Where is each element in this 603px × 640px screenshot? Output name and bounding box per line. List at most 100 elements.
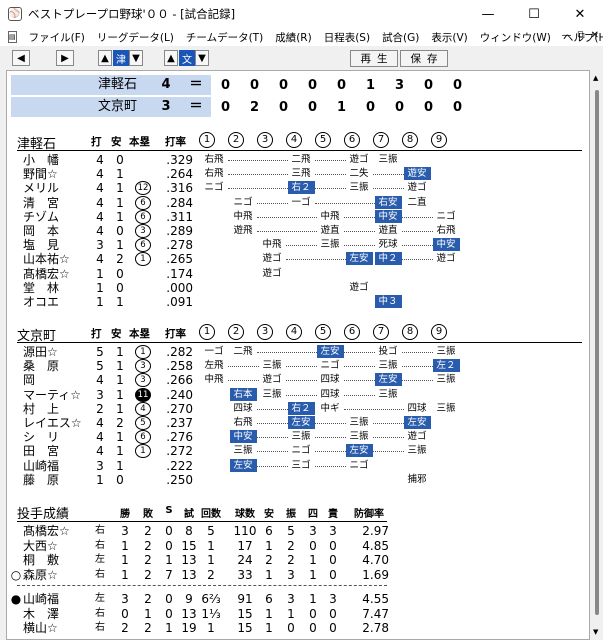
at-bat-result: 左安 <box>229 458 257 472</box>
pitching-stat: 0 <box>329 621 337 635</box>
pitching-stat: 9 <box>185 592 193 606</box>
pitching-stat: 3 <box>329 524 337 538</box>
pitching-stat: 2.97 <box>362 524 389 538</box>
pitching-stat: 6⅔ <box>201 592 221 606</box>
mdi-minimize-button[interactable]: — <box>561 30 571 41</box>
at-bat-result: 三振 <box>349 182 369 194</box>
menu-team[interactable]: チームデータ(T) <box>180 30 269 45</box>
pitching-stat: 13 <box>181 553 197 567</box>
dotted-connector <box>227 174 288 176</box>
menu-stats[interactable]: 成績(R) <box>269 30 318 45</box>
menu-file[interactable]: ファイル(F) <box>23 30 91 45</box>
inning-number: 6 <box>344 132 360 148</box>
pitching-stat: 7 <box>165 567 173 582</box>
pitching-stat: 0 <box>329 538 337 553</box>
batter-row: 堂 林 1 0 .000 遊ゴ <box>15 281 585 295</box>
pitching-header: 責 <box>328 509 338 520</box>
decision-mark: ● <box>10 592 22 606</box>
at-bat-result: 中安 <box>432 238 460 252</box>
pitching-stat: 24 <box>237 553 253 567</box>
arrow-up-icon[interactable]: ▲ <box>164 50 178 66</box>
hits: 1 <box>116 359 124 374</box>
pitching-stat: 5 <box>287 524 295 538</box>
pitching-stat: 3 <box>121 592 129 606</box>
arrow-up-icon[interactable]: ▲ <box>98 50 112 66</box>
scroll-up-icon[interactable]: ▲ <box>593 74 598 82</box>
mdi-close-button[interactable]: ✕ <box>591 30 599 41</box>
pitcher-row: 大西☆ 右 1 2 0 15 1 17 1 2 0 0 4.85 <box>15 539 415 553</box>
menu-schedule[interactable]: 日程表(S) <box>318 30 376 45</box>
at-bat-result: 中飛 <box>320 210 340 222</box>
minimize-button[interactable]: — <box>465 0 511 28</box>
at-bat-result: 四球 <box>320 388 340 400</box>
pitching-header: 安 <box>264 509 274 520</box>
dotted-connector <box>343 352 375 353</box>
player-name: 桑 原 <box>23 359 60 374</box>
pitching-stat: 6 <box>265 524 273 538</box>
at-bats: 4 <box>96 373 104 388</box>
team2-toggle[interactable]: 文 <box>179 50 195 66</box>
pitching-stat: 2 <box>144 524 152 538</box>
play-button[interactable]: 再生 <box>350 49 398 67</box>
scroll-down-icon[interactable]: ▼ <box>593 628 598 636</box>
header-avg: 打率 <box>165 328 186 340</box>
hits: 0 <box>116 472 124 487</box>
inning-score: 0 <box>423 77 434 93</box>
at-bat-result: 一ゴ <box>204 346 224 357</box>
home-run-count: 12 <box>135 181 151 196</box>
player-name: レイエス☆ <box>23 416 82 430</box>
pitching-stat: 15 <box>181 538 197 553</box>
at-bats: 1 <box>96 472 104 487</box>
dotted-connector <box>227 160 288 161</box>
hits: 1 <box>116 295 124 309</box>
batter-row: 清 宮 4 1 6 .284 ニゴ 一ゴ 右安 二直 <box>15 195 585 210</box>
inning-score: 0 <box>220 99 231 115</box>
team1-toggle[interactable]: 津 <box>113 50 129 66</box>
at-bat-result: 二失 <box>349 168 369 180</box>
home-run-count: 6 <box>135 238 151 253</box>
dotted-connector <box>256 465 288 467</box>
pitching-stat: 1 <box>265 621 273 635</box>
dotted-connector <box>314 451 346 453</box>
at-bats: 3 <box>96 458 104 473</box>
arrow-down-icon[interactable]: ▼ <box>195 50 209 66</box>
at-bat-result: 四球 <box>233 402 253 414</box>
inning-score: 0 <box>220 77 231 93</box>
mdi-restore-button[interactable]: ⧉ <box>577 30 584 41</box>
save-button[interactable]: 保存 <box>400 49 448 67</box>
dotted-connector <box>256 231 317 232</box>
dotted-connector <box>314 174 346 176</box>
menu-league[interactable]: リーグデータ(L) <box>91 30 180 45</box>
maximize-button[interactable]: ☐ <box>511 0 557 28</box>
at-bat-result: 中３ <box>374 295 402 308</box>
menu-window[interactable]: ウィンドウ(W) <box>474 30 557 45</box>
inning-score: 0 <box>452 99 463 115</box>
arrow-down-icon[interactable]: ▼ <box>129 50 143 66</box>
dotted-connector <box>314 437 346 439</box>
document-icon[interactable]: ▤ <box>8 31 17 43</box>
pitching-stat: 1 <box>207 621 215 635</box>
arrow-left-icon[interactable]: ◀ <box>12 50 30 66</box>
inning-score: 2 <box>249 99 260 115</box>
close-button[interactable]: ✕ <box>557 0 603 28</box>
player-name: マーティ☆ <box>23 387 82 402</box>
pitching-stat: 33 <box>237 567 253 582</box>
arrow-right-icon[interactable]: ▶ <box>56 50 74 66</box>
at-bat-result: 左安 <box>316 345 344 358</box>
player-name: 堂 林 <box>23 280 60 295</box>
menu-game[interactable]: 試合(G) <box>376 30 425 45</box>
pitching-stat: 2 <box>144 592 152 606</box>
throwing-hand: 左 <box>95 593 105 604</box>
at-bat-result: 右飛 <box>436 225 456 236</box>
pitching-stat: 1 <box>309 553 317 567</box>
menu-view[interactable]: 表示(V) <box>425 30 473 45</box>
at-bat-result: 中安 <box>374 209 402 223</box>
home-run-count: 6 <box>135 209 151 224</box>
dotted-connector <box>372 451 404 453</box>
header-hits: 安 <box>111 328 122 340</box>
vertical-scrollbar[interactable]: ▲ ▼ <box>591 70 603 640</box>
home-run-count: 4 <box>135 401 151 416</box>
at-bat-result: 右飛 <box>204 168 224 180</box>
home-run-count: 1 <box>135 345 151 359</box>
scroll-thumb[interactable] <box>595 90 599 615</box>
